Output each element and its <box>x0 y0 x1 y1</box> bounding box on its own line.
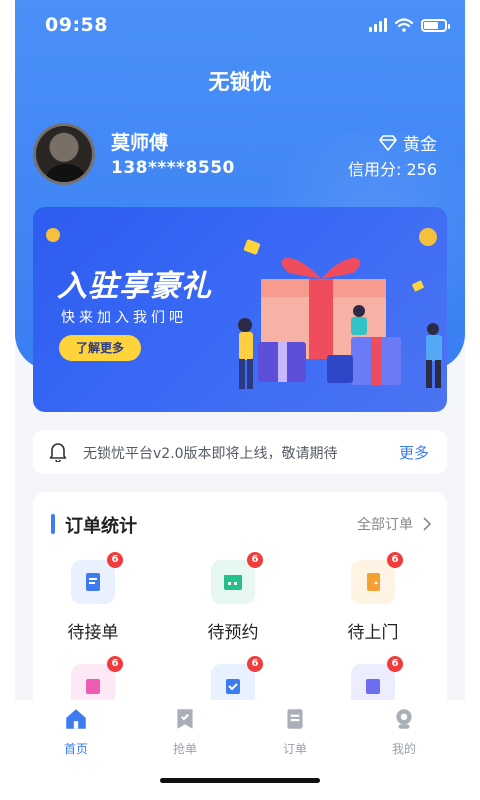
bell-icon <box>49 443 67 462</box>
tab-home[interactable]: 首页 <box>36 706 116 757</box>
user-phone: 138****8550 <box>111 158 235 178</box>
grab-order-icon <box>177 709 193 729</box>
order-status-item[interactable]: 6 待接单 <box>33 552 153 643</box>
learn-more-button[interactable]: 了解更多 <box>59 335 141 361</box>
notice-bar[interactable]: 无锁忧平台v2.0版本即将上线，敬请期待 更多 <box>33 430 447 474</box>
count-badge: 6 <box>247 552 263 568</box>
notice-text: 无锁忧平台v2.0版本即将上线，敬请期待 <box>83 446 338 462</box>
calendar-icon <box>224 575 242 590</box>
credit-score: 信用分: 256 <box>348 156 437 180</box>
notice-more-link[interactable]: 更多 <box>399 442 429 463</box>
status-bar: 09:58 <box>15 0 465 50</box>
count-badge: 6 <box>387 656 403 672</box>
count-badge: 6 <box>107 552 123 568</box>
member-level-label: 黄金 <box>403 135 437 155</box>
order-status-label: 待上门 <box>347 623 399 643</box>
battery-icon <box>421 18 450 32</box>
diamond-icon <box>379 134 397 151</box>
tag-icon <box>366 679 380 694</box>
tab-grab-order[interactable]: 抢单 <box>145 706 225 757</box>
all-orders-label: 全部订单 <box>357 517 413 533</box>
signal-icon <box>369 18 387 32</box>
credit-score-value: 256 <box>406 160 437 179</box>
count-badge: 6 <box>247 656 263 672</box>
wifi-icon <box>395 18 413 32</box>
banner-title: 入驻享豪礼 <box>57 269 212 304</box>
tab-order[interactable]: 订单 <box>255 706 335 757</box>
tab-profile[interactable]: 我的 <box>364 706 444 757</box>
order-status-label: 待预约 <box>207 623 259 643</box>
promo-banner[interactable]: 入驻享豪礼 快来加入我们吧 了解更多 <box>33 207 447 412</box>
check-box-icon <box>226 679 240 694</box>
page-title: 无锁忧 <box>208 70 272 94</box>
order-stats-title: 订单统计 <box>65 516 137 537</box>
order-status-item[interactable]: 6 待预约 <box>173 552 293 643</box>
box-icon <box>86 679 100 694</box>
count-badge: 6 <box>387 552 403 568</box>
banner-subtitle: 快来加入我们吧 <box>61 310 187 326</box>
credit-score-label: 信用分: <box>347 160 402 179</box>
avatar[interactable] <box>33 123 95 185</box>
count-badge: 6 <box>107 656 123 672</box>
order-status-icon-box: 6 <box>71 552 123 604</box>
tab-label: 首页 <box>63 742 88 756</box>
home-icon <box>66 709 86 729</box>
tab-label: 订单 <box>282 742 307 756</box>
app-screen: 09:58 无锁忧 莫师傅 138****8550 黄金 信用分: 256 入驻… <box>15 0 465 800</box>
order-status-icon-box: 6 <box>351 552 403 604</box>
order-status-label: 待接单 <box>67 623 119 643</box>
home-indicator <box>160 778 320 783</box>
all-orders-link[interactable]: 全部订单 <box>357 514 431 534</box>
chevron-right-icon <box>423 517 431 531</box>
tab-label: 抢单 <box>172 742 197 756</box>
bottom-tab-bar: 首页 抢单 订单 我的 <box>15 700 465 800</box>
order-status-icon-box: 6 <box>211 552 263 604</box>
status-icons <box>369 18 450 32</box>
order-status-item[interactable]: 6 待上门 <box>313 552 433 643</box>
door-icon <box>367 573 380 591</box>
order-icon <box>287 709 303 729</box>
section-accent-bar <box>51 514 55 534</box>
profile-icon <box>396 709 412 729</box>
status-time: 09:58 <box>45 14 108 36</box>
clipboard-icon <box>86 573 100 591</box>
member-level[interactable]: 黄金 <box>379 130 437 155</box>
user-name: 莫师傅 <box>111 132 169 154</box>
tab-label: 我的 <box>391 742 416 756</box>
